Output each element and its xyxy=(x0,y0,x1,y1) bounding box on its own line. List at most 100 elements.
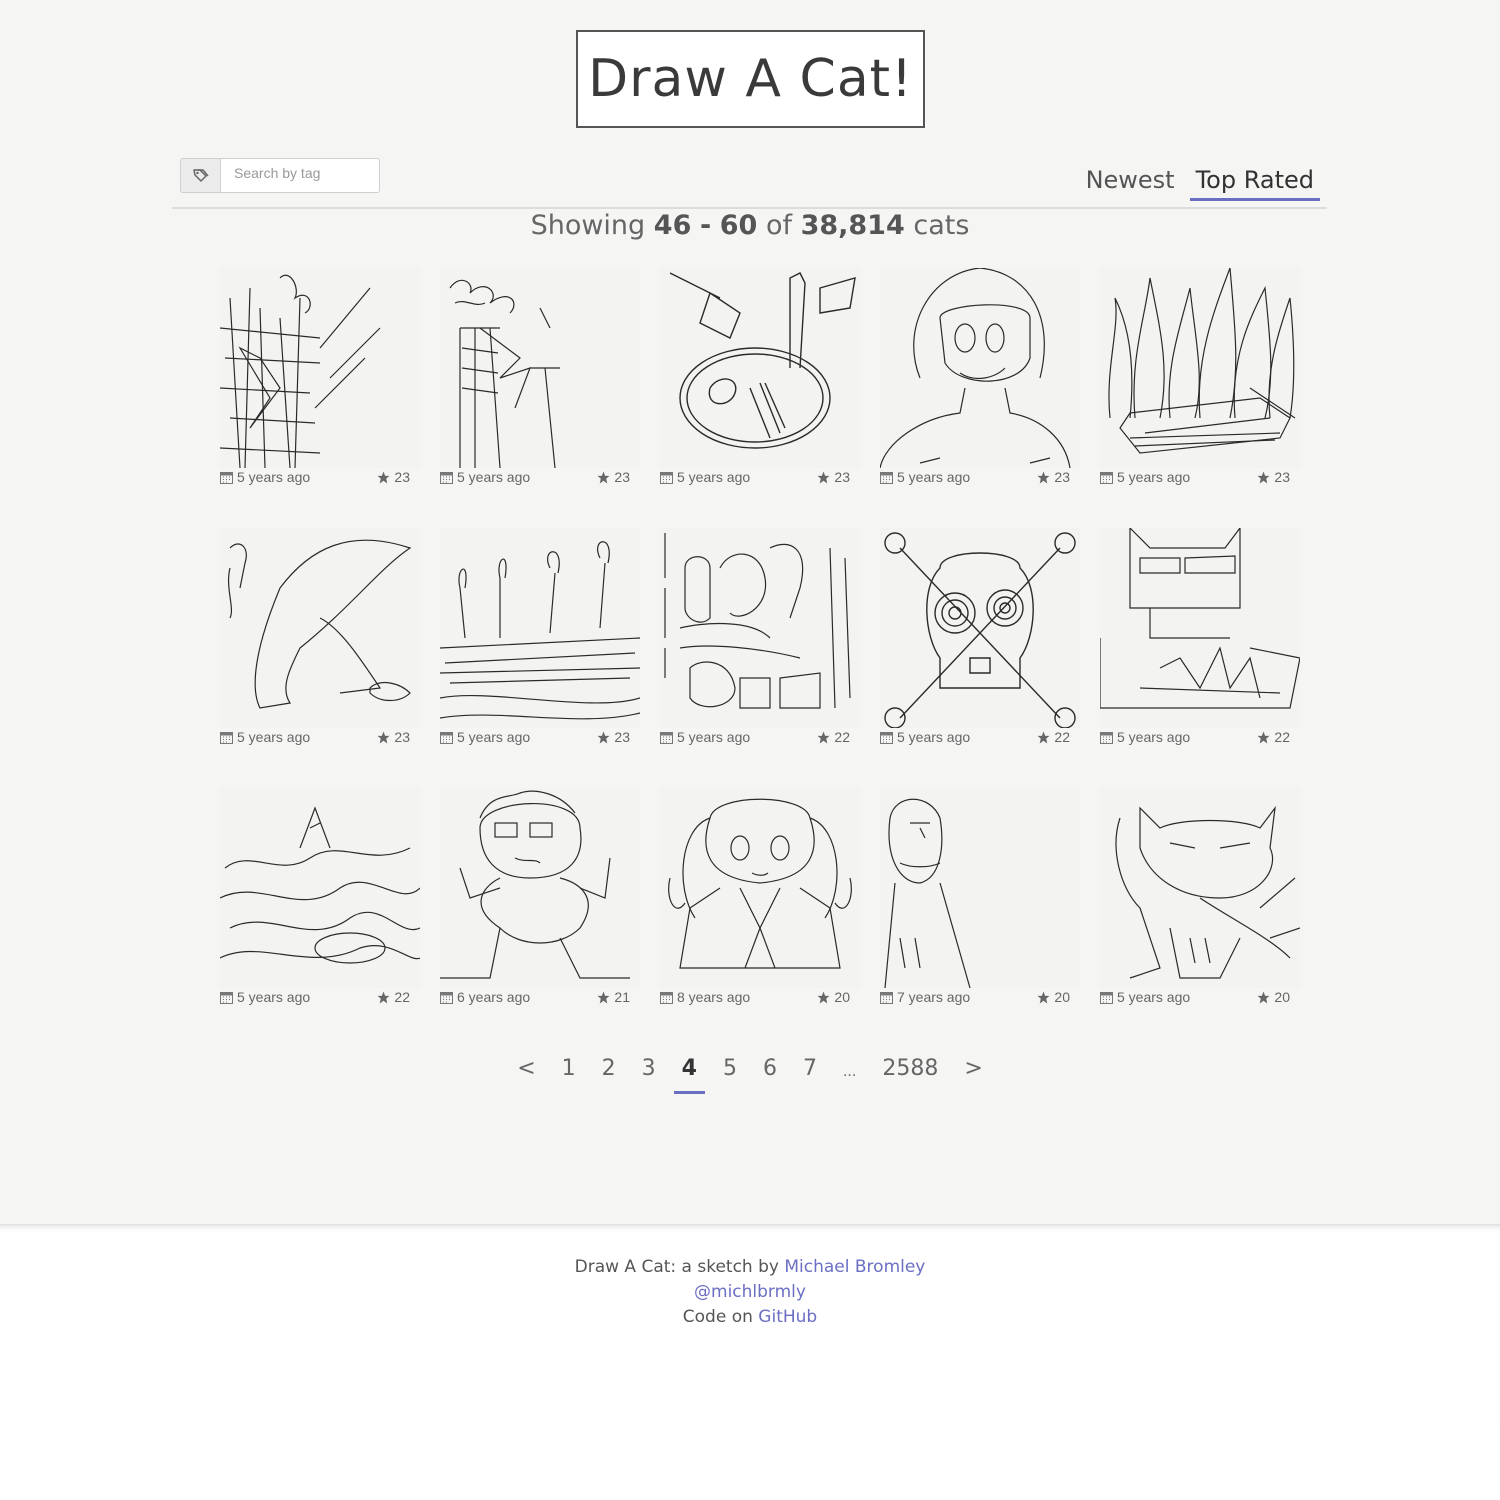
sort-tabs: Newest Top Rated xyxy=(1071,166,1320,201)
cat-date: 5 years ago xyxy=(440,729,530,745)
cat-meta: 7 years ago 20 xyxy=(880,988,1070,1008)
page-link-6[interactable]: 6 xyxy=(755,1052,785,1094)
page-link-last[interactable]: 2588 xyxy=(874,1052,946,1094)
cat-date-text: 7 years ago xyxy=(897,989,971,1005)
cat-thumbnail[interactable] xyxy=(440,788,640,988)
tab-newest[interactable]: Newest xyxy=(1080,166,1181,201)
cat-thumbnail[interactable] xyxy=(880,788,1080,988)
cat-card: 5 years ago 23 xyxy=(660,268,860,498)
cat-rating[interactable]: 23 xyxy=(817,469,850,485)
page-link-3[interactable]: 3 xyxy=(634,1052,664,1094)
page-next[interactable]: > xyxy=(956,1052,990,1094)
cat-rating[interactable]: 23 xyxy=(597,469,630,485)
cat-rating[interactable]: 21 xyxy=(597,989,630,1005)
cat-meta: 8 years ago 20 xyxy=(660,988,850,1008)
cat-date: 5 years ago xyxy=(220,989,310,1005)
cat-meta: 5 years ago 23 xyxy=(220,468,410,488)
cat-rating[interactable]: 22 xyxy=(1037,729,1070,745)
cat-rating[interactable]: 20 xyxy=(1037,989,1070,1005)
tab-top-rated[interactable]: Top Rated xyxy=(1189,166,1320,201)
cat-rating-value: 23 xyxy=(1054,469,1070,485)
star-icon xyxy=(1037,731,1050,743)
cat-meta: 5 years ago 22 xyxy=(660,728,850,748)
cat-date: 5 years ago xyxy=(880,729,970,745)
cat-thumbnail[interactable] xyxy=(660,788,860,988)
cat-thumbnail[interactable] xyxy=(440,268,640,468)
page-link-1[interactable]: 1 xyxy=(554,1052,584,1094)
sketch-image xyxy=(440,541,640,720)
sketch-image xyxy=(884,532,1076,728)
cat-date: 5 years ago xyxy=(660,469,750,485)
cat-thumbnail[interactable] xyxy=(880,268,1080,468)
range-to: 60 xyxy=(719,210,758,241)
sketch-image xyxy=(884,798,971,988)
calendar-icon xyxy=(880,991,893,1004)
cat-thumbnail[interactable] xyxy=(220,268,420,468)
footer-code-text: Code on xyxy=(682,1307,753,1327)
cat-date-text: 5 years ago xyxy=(237,469,311,485)
cat-date: 5 years ago xyxy=(220,729,310,745)
toolbar: Newest Top Rated xyxy=(172,150,1327,209)
cat-thumbnail[interactable] xyxy=(220,528,420,728)
cat-date-text: 8 years ago xyxy=(677,989,751,1005)
github-link[interactable]: GitHub xyxy=(758,1307,817,1327)
cat-card: 5 years ago 23 xyxy=(220,528,420,758)
sketch-image xyxy=(227,539,412,709)
site-logo[interactable]: Draw A Cat! xyxy=(576,30,925,128)
cat-thumbnail[interactable] xyxy=(1100,788,1300,988)
cat-date: 8 years ago xyxy=(660,989,750,1005)
calendar-icon xyxy=(660,991,673,1004)
cat-thumbnail[interactable] xyxy=(660,268,860,468)
cat-thumbnail[interactable] xyxy=(660,528,860,728)
sketch-image xyxy=(440,790,630,979)
cat-date: 5 years ago xyxy=(220,469,310,485)
cat-rating-value: 22 xyxy=(1274,729,1290,745)
cat-meta: 5 years ago 23 xyxy=(220,728,410,748)
cat-rating[interactable]: 20 xyxy=(1257,989,1290,1005)
cat-rating-value: 20 xyxy=(1274,989,1290,1005)
cat-thumbnail[interactable] xyxy=(440,528,640,728)
tag-search-input[interactable] xyxy=(220,158,380,193)
page-prev[interactable]: < xyxy=(509,1052,543,1094)
cat-rating[interactable]: 23 xyxy=(377,729,410,745)
cat-thumbnail[interactable] xyxy=(1100,268,1300,468)
sketch-image xyxy=(880,268,1071,468)
cat-rating[interactable]: 22 xyxy=(377,989,410,1005)
cat-date-text: 5 years ago xyxy=(677,469,751,485)
calendar-icon xyxy=(440,471,453,484)
cat-card: 5 years ago 22 xyxy=(1100,528,1300,758)
cat-card: 5 years ago 22 xyxy=(880,528,1080,758)
cat-rating-value: 23 xyxy=(834,469,850,485)
star-icon xyxy=(817,991,830,1003)
showing-prefix: Showing xyxy=(530,210,646,241)
sketch-image xyxy=(1100,528,1300,709)
page-link-5[interactable]: 5 xyxy=(715,1052,745,1094)
cat-date-text: 5 years ago xyxy=(1117,729,1191,745)
cat-date-text: 5 years ago xyxy=(237,989,311,1005)
cat-rating[interactable]: 22 xyxy=(817,729,850,745)
star-icon xyxy=(377,731,390,743)
page-link-7[interactable]: 7 xyxy=(795,1052,825,1094)
cat-thumbnail[interactable] xyxy=(1100,528,1300,728)
twitter-link[interactable]: @michlbrmly xyxy=(694,1282,806,1302)
cat-rating[interactable]: 23 xyxy=(377,469,410,485)
footer-credit-text: Draw A Cat: a sketch by xyxy=(574,1257,779,1277)
calendar-icon xyxy=(220,991,233,1004)
page-link-current[interactable]: 4 xyxy=(673,1052,705,1094)
cat-meta: 5 years ago 23 xyxy=(1100,468,1290,488)
cat-thumbnail[interactable] xyxy=(880,528,1080,728)
cat-rating[interactable]: 23 xyxy=(1037,469,1070,485)
cat-rating[interactable]: 20 xyxy=(817,989,850,1005)
page-link-2[interactable]: 2 xyxy=(594,1052,624,1094)
cat-rating[interactable]: 23 xyxy=(597,729,630,745)
cat-thumbnail[interactable] xyxy=(220,788,420,988)
cat-card: 8 years ago 20 xyxy=(660,788,860,1018)
cat-card: 7 years ago 20 xyxy=(880,788,1080,1018)
cat-rating[interactable]: 23 xyxy=(1257,469,1290,485)
cat-rating[interactable]: 22 xyxy=(1257,729,1290,745)
author-link[interactable]: Michael Bromley xyxy=(784,1257,925,1277)
page-ellipsis: ... xyxy=(842,1064,857,1080)
star-icon xyxy=(377,471,390,483)
range-dash: - xyxy=(699,210,712,241)
cat-card: 5 years ago 23 xyxy=(220,268,420,498)
